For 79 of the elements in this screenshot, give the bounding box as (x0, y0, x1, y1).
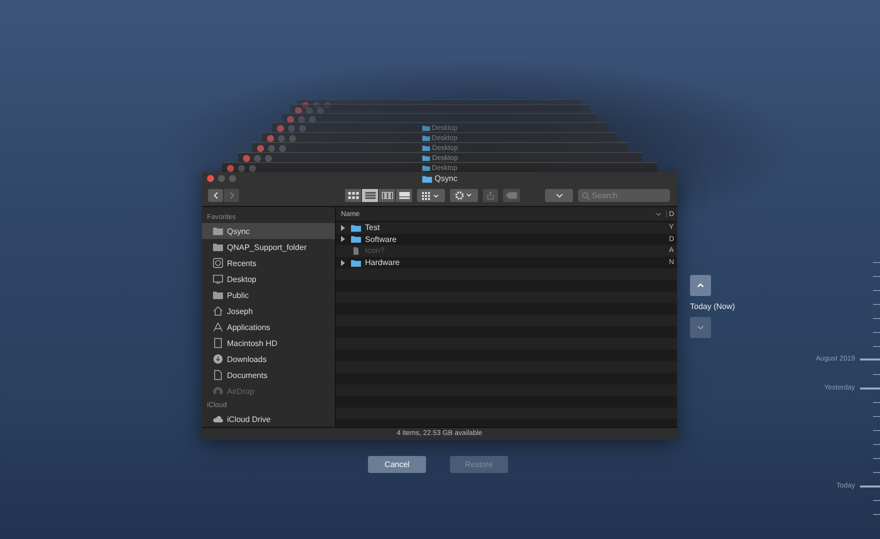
download-icon (213, 354, 223, 364)
document-icon (213, 370, 223, 380)
file-name[interactable]: Hardware (365, 258, 400, 268)
zoom-button[interactable] (249, 164, 256, 172)
cloud-icon (213, 414, 223, 424)
timeline-tick (873, 276, 880, 277)
sidebar-item[interactable]: iCloud Drive (202, 411, 335, 427)
sidebar-item[interactable]: Recents (202, 255, 335, 271)
disclosure-triangle-icon[interactable] (341, 260, 345, 266)
timeline-tick (873, 290, 880, 291)
chevron-up-icon (697, 283, 704, 288)
timeline-tick (873, 430, 880, 431)
gear-icon (455, 191, 473, 200)
view-mode-button[interactable] (396, 189, 412, 202)
timeline-tick (873, 416, 880, 417)
view-mode-button[interactable] (379, 189, 395, 202)
apps-icon (213, 322, 223, 332)
timeline-tick (873, 472, 880, 473)
chevron-down-icon (697, 325, 704, 330)
timeline-tick (873, 514, 880, 515)
window-title: Qsync (434, 174, 458, 183)
tag-button[interactable] (503, 189, 520, 202)
timeline-tick (873, 304, 880, 305)
grid-icon (422, 192, 440, 200)
home-icon (213, 306, 223, 316)
timeline-tick (860, 387, 880, 389)
timeline-tick (873, 346, 880, 347)
timeline-tick (860, 358, 880, 360)
close-button[interactable] (207, 175, 214, 182)
share-icon (487, 191, 494, 200)
caret-icon (656, 212, 661, 216)
view-mode-icon (364, 192, 376, 199)
view-mode-icon (348, 192, 358, 199)
timeline-tick (860, 485, 880, 487)
airdrop-icon (213, 386, 223, 396)
action-dropdown[interactable] (450, 189, 478, 202)
back-button[interactable] (208, 189, 223, 202)
arrange-dropdown[interactable] (545, 189, 573, 202)
timeline-tick (873, 374, 880, 375)
sidebar-item[interactable]: Qsync (202, 223, 335, 239)
sidebar-item[interactable]: QNAP_Support_folder (202, 239, 335, 255)
sidebar-item[interactable]: Desktop (202, 271, 335, 287)
chevron-left-icon (212, 191, 218, 200)
previous-button[interactable] (690, 275, 711, 296)
file-name[interactable]: Test (365, 223, 380, 232)
file-name[interactable]: Software (365, 234, 397, 244)
sidebar-item[interactable]: Documents (202, 367, 335, 383)
search-icon (582, 192, 590, 200)
view-mode-button[interactable] (362, 189, 378, 202)
view-mode-button[interactable] (345, 189, 361, 202)
sidebar-item[interactable]: Public (202, 287, 335, 303)
timeline-tick (873, 332, 880, 333)
caret-icon (556, 194, 562, 198)
clock-icon (213, 258, 223, 268)
close-button[interactable] (227, 164, 234, 172)
desktop-icon (213, 274, 223, 284)
minimize-button[interactable] (238, 164, 245, 172)
view-mode-icon (382, 192, 392, 199)
tag-icon (506, 192, 517, 199)
group-dropdown[interactable] (417, 189, 445, 202)
current-time-label: Today (Now) (690, 302, 735, 311)
dialog-button[interactable]: Cancel (368, 456, 426, 473)
sidebar-item[interactable]: Downloads (202, 351, 335, 367)
minimize-button[interactable] (218, 175, 225, 182)
zoom-button[interactable] (229, 175, 236, 182)
timeline-tick (873, 262, 880, 263)
view-mode-icon (398, 192, 410, 199)
sidebar-item[interactable]: Joseph (202, 303, 335, 319)
timeline-tick (873, 318, 880, 319)
sidebar-item[interactable]: Macintosh HD (202, 335, 335, 351)
timeline-tick (873, 458, 880, 459)
timeline-tick (873, 402, 880, 403)
chevron-right-icon (228, 191, 234, 200)
share-button[interactable] (483, 189, 498, 202)
sidebar-item[interactable]: Applications (202, 319, 335, 335)
timeline-tick (873, 500, 880, 501)
folder-icon (213, 290, 223, 300)
next-button[interactable] (690, 317, 711, 338)
timeline-tick (873, 444, 880, 445)
